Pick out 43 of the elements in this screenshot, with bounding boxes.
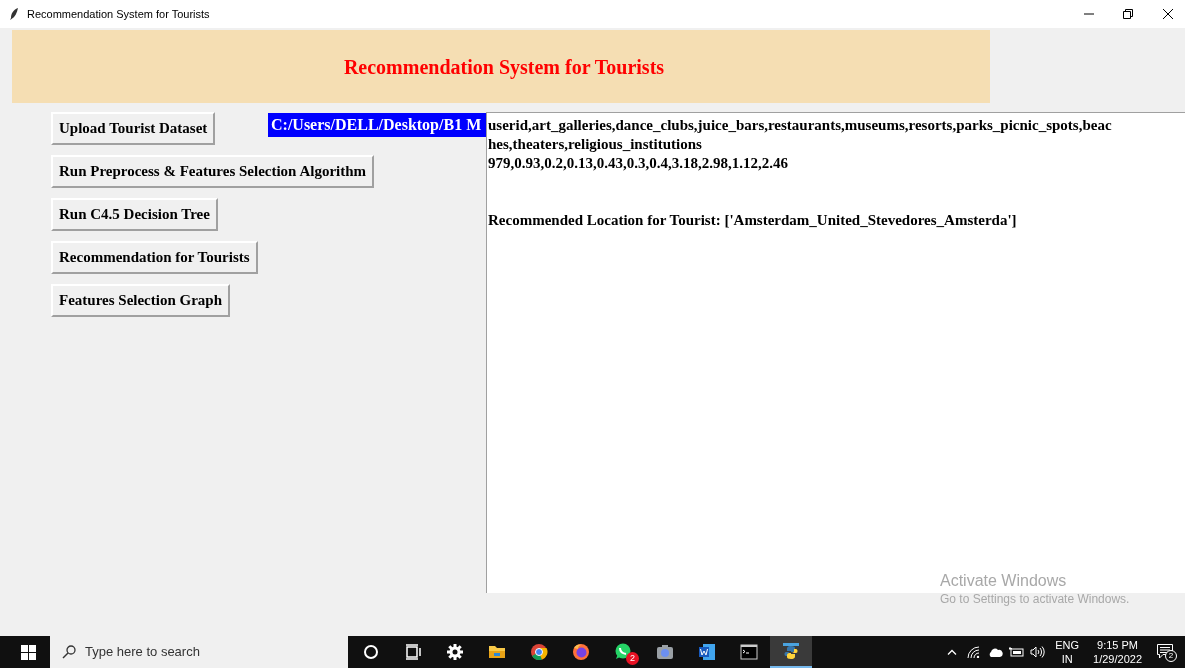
- clock-date[interactable]: 1/29/2022: [1093, 652, 1142, 666]
- firefox-icon[interactable]: [571, 642, 591, 662]
- camera-icon[interactable]: [655, 642, 675, 662]
- file-path-label: C:/Users/DELL/Desktop/B1 M: [268, 113, 486, 137]
- output-text-area[interactable]: [486, 112, 1185, 593]
- cloud-icon[interactable]: [988, 647, 1004, 657]
- output-line: hes,theaters,religious_institutions: [488, 135, 703, 154]
- activation-title: Activate Windows: [940, 571, 1068, 591]
- notification-count: 2: [1165, 650, 1177, 662]
- action-button[interactable]: Features Selection Graph: [51, 284, 231, 317]
- language-indicator[interactable]: ENG: [1055, 638, 1080, 652]
- search-field[interactable]: Type here to search: [50, 636, 348, 668]
- volume-icon[interactable]: [1030, 646, 1046, 658]
- terminal-icon[interactable]: [739, 642, 759, 662]
- activation-subtitle: Go to Settings to activate Windows.: [940, 591, 1130, 607]
- action-button[interactable]: Run Preprocess & Features Selection Algorithm: [51, 155, 375, 188]
- region-indicator[interactable]: IN: [1061, 652, 1073, 666]
- close-icon[interactable]: [1163, 9, 1173, 19]
- notification-icon[interactable]: [1157, 644, 1173, 659]
- window-title: Recommendation System for Tourists: [27, 6, 210, 22]
- chrome-icon[interactable]: [529, 642, 549, 662]
- wifi-icon[interactable]: [967, 646, 981, 658]
- circle-icon[interactable]: [361, 642, 381, 662]
- action-button[interactable]: Upload Tourist Dataset: [51, 112, 216, 145]
- battery-icon[interactable]: [1009, 647, 1025, 657]
- search-icon: [62, 645, 76, 659]
- app-title: Recommendation System for Tourists: [342, 54, 665, 81]
- output-line: userid,art_galleries,dance_clubs,juice_bars,restaurants,museums,resorts,parks_picnic_spots,beac: [488, 116, 1113, 135]
- recommendation-result: Recommended Location for Tourist: ['Amsterdam_United_Stevedores_Amsterda']: [488, 211, 1018, 230]
- settings-icon[interactable]: [445, 642, 465, 662]
- action-button[interactable]: Run C4.5 Decision Tree: [51, 198, 218, 231]
- feather-icon: [9, 8, 19, 20]
- word-icon[interactable]: [697, 642, 717, 662]
- action-button[interactable]: Recommendation for Tourists: [51, 241, 258, 274]
- output-line: 979,0.93,0.2,0.13,0.43,0.3,0.4,3.18,2.98,1.12,2.46: [488, 154, 789, 173]
- chat-bubble-icon[interactable]: [613, 642, 633, 662]
- restore-icon[interactable]: [1123, 9, 1133, 19]
- python-icon[interactable]: [781, 641, 801, 661]
- clock-time[interactable]: 9:15 PM: [1097, 638, 1138, 652]
- chevron-up-icon[interactable]: [947, 649, 958, 655]
- windows-start-icon[interactable]: [21, 644, 36, 660]
- badge-count: 2: [626, 652, 639, 665]
- task-view-icon[interactable]: [403, 642, 423, 662]
